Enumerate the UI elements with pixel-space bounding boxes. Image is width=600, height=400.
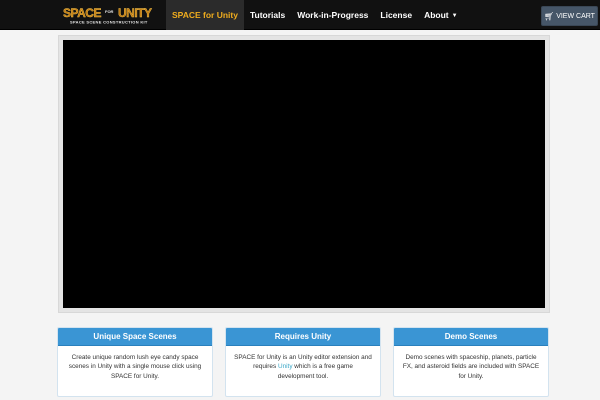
nav-item-work-in-progress[interactable]: Work-in-Progress: [291, 0, 374, 30]
top-navbar: SPACE FOR UNITY SPACE SCENE CONSTRUCTION…: [0, 0, 600, 30]
nav-item-label: Tutorials: [249, 10, 286, 20]
nav-item-label: Work-in-Progress: [297, 10, 369, 20]
nav-item-space-for-unity[interactable]: SPACE for Unity: [166, 0, 244, 30]
caret-down-icon: ▼: [451, 12, 458, 19]
logo-space-text: SPACE: [63, 6, 101, 20]
nav-item-license[interactable]: License: [374, 0, 418, 30]
feature-card-demo-scenes: Demo Scenes Demo scenes with spaceship, …: [393, 327, 549, 397]
nav-item-label: License: [380, 10, 413, 20]
site-logo[interactable]: SPACE FOR UNITY SPACE SCENE CONSTRUCTION…: [62, 5, 162, 25]
card-title: Demo Scenes: [394, 328, 548, 346]
video-player[interactable]: [63, 40, 545, 308]
shopping-cart-icon: 🛒︎: [544, 11, 555, 21]
view-cart-button[interactable]: 🛒︎ VIEW CART: [541, 6, 598, 26]
nav-item-label: SPACE for Unity: [172, 10, 238, 20]
nav-item-label: About: [424, 10, 449, 20]
nav-item-tutorials[interactable]: Tutorials: [244, 0, 291, 30]
video-frame: [58, 35, 550, 313]
card-body: SPACE for Unity is an Unity editor exten…: [226, 346, 380, 381]
card-body: Create unique random lush eye candy spac…: [68, 354, 202, 380]
main-nav: SPACE for Unity Tutorials Work-in-Progre…: [166, 0, 464, 30]
nav-item-about[interactable]: About ▼: [418, 0, 464, 30]
feature-card-unique-space-scenes: Unique Space Scenes Create unique random…: [57, 327, 213, 397]
view-cart-label: VIEW CART: [556, 12, 595, 20]
logo-tagline: SPACE SCENE CONSTRUCTION KIT: [70, 20, 148, 25]
logo-for-text: FOR: [105, 9, 114, 14]
logo-unity-text: UNITY: [118, 6, 152, 20]
card-title: Requires Unity: [226, 328, 380, 346]
unity-link[interactable]: Unity: [278, 363, 293, 370]
feature-card-requires-unity: Requires Unity SPACE for Unity is an Uni…: [225, 327, 381, 397]
card-title: Unique Space Scenes: [58, 328, 212, 346]
card-body: Demo scenes with spaceship, planets, par…: [402, 354, 540, 380]
